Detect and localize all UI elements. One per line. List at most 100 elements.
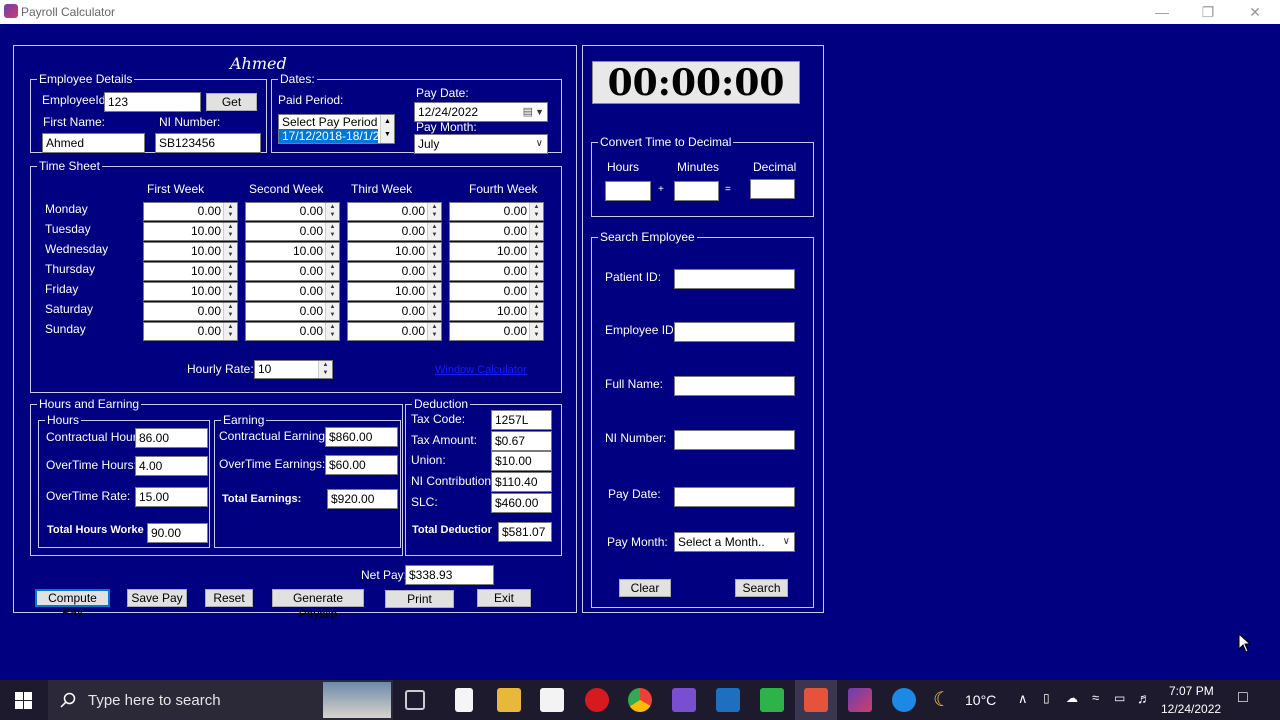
- convert-hours-input[interactable]: [605, 181, 651, 201]
- clock-date[interactable]: 12/24/2022: [1161, 702, 1221, 716]
- contractual-earnings-input[interactable]: $860.00: [325, 427, 398, 447]
- spinner-arrows-icon[interactable]: ▲ ▼: [427, 323, 441, 340]
- window-calculator-link[interactable]: Window Calculator: [435, 364, 527, 376]
- hours-spinner-week1-wednesday[interactable]: 10.00 ▲ ▼: [143, 242, 238, 261]
- notepad-icon[interactable]: [455, 688, 473, 712]
- opera-icon[interactable]: [585, 688, 609, 712]
- hours-spinner-week4-thursday[interactable]: 0.00 ▲ ▼: [449, 262, 544, 281]
- camtasia-recorder-icon[interactable]: [804, 688, 828, 712]
- hours-spinner-week1-saturday[interactable]: 0.00 ▲ ▼: [143, 302, 238, 321]
- hours-spinner-week3-tuesday[interactable]: 0.00 ▲ ▼: [347, 222, 442, 241]
- hours-spinner-week3-friday[interactable]: 10.00 ▲ ▼: [347, 282, 442, 301]
- total-earnings-input[interactable]: $920.00: [327, 489, 398, 509]
- wifi-icon[interactable]: ≈: [1092, 690, 1099, 705]
- spinner-arrows-icon[interactable]: ▲ ▼: [427, 243, 441, 260]
- volume-icon[interactable]: ♬: [1137, 690, 1151, 706]
- overtime-rate-input[interactable]: 15.00: [135, 487, 208, 507]
- employee-id-input[interactable]: 123: [104, 92, 201, 112]
- hours-spinner-week2-wednesday[interactable]: 10.00 ▲ ▼: [245, 242, 340, 261]
- convert-minutes-input[interactable]: [674, 181, 719, 201]
- hourly-rate-spinner[interactable]: 10 ▲ ▼: [254, 360, 333, 379]
- taskbar-search-box[interactable]: Type here to search: [48, 680, 393, 720]
- search-patient-id-input[interactable]: [674, 269, 795, 289]
- paid-period-option[interactable]: Select Pay Period: [279, 115, 394, 129]
- spinner-arrows-icon[interactable]: ▲ ▼: [223, 223, 237, 240]
- hours-spinner-week4-friday[interactable]: 0.00 ▲ ▼: [449, 282, 544, 301]
- search-button[interactable]: Search: [735, 579, 788, 597]
- spinner-arrows-icon[interactable]: ▲ ▼: [325, 263, 339, 280]
- total-hours-input[interactable]: 90.00: [147, 523, 208, 543]
- hours-spinner-week4-sunday[interactable]: 0.00 ▲ ▼: [449, 322, 544, 341]
- visual-studio-icon[interactable]: [672, 688, 696, 712]
- spinner-arrows-icon[interactable]: ▲ ▼: [529, 323, 543, 340]
- notification-icon[interactable]: □: [1238, 689, 1248, 707]
- hours-spinner-week2-friday[interactable]: 0.00 ▲ ▼: [245, 282, 340, 301]
- overtime-hours-input[interactable]: 4.00: [135, 456, 208, 476]
- listbox-scrollbar[interactable]: ▲ ▼: [380, 115, 394, 143]
- spinner-arrows-icon[interactable]: ▲ ▼: [223, 243, 237, 260]
- payroll-app-icon[interactable]: [848, 688, 872, 712]
- reset-button[interactable]: Reset: [205, 589, 253, 607]
- task-view-icon[interactable]: [405, 690, 425, 710]
- print-button[interactable]: Print: [385, 590, 454, 608]
- camtasia-green-icon[interactable]: [760, 688, 784, 712]
- meet-now-icon[interactable]: ▯: [1043, 691, 1050, 705]
- chevron-up-icon[interactable]: ∧: [1018, 691, 1028, 707]
- contractual-hours-input[interactable]: 86.00: [135, 428, 208, 448]
- generate-payslip-button[interactable]: Generate Payslip: [272, 589, 364, 621]
- media-player-icon[interactable]: [716, 688, 740, 712]
- compute-pay-button[interactable]: Compute Pay: [35, 589, 110, 619]
- minimize-icon[interactable]: —: [1142, 2, 1182, 22]
- first-name-input[interactable]: Ahmed: [42, 133, 145, 153]
- spinner-arrows-icon[interactable]: ▲ ▼: [529, 203, 543, 220]
- tax-amount-input[interactable]: $0.67: [491, 431, 552, 451]
- spinner-arrows-icon[interactable]: ▲ ▼: [427, 303, 441, 320]
- calendar-icon[interactable]: ▤: [523, 103, 533, 121]
- hours-spinner-week1-tuesday[interactable]: 10.00 ▲ ▼: [143, 222, 238, 241]
- hours-spinner-week1-friday[interactable]: 10.00 ▲ ▼: [143, 282, 238, 301]
- search-pay-month-select[interactable]: Select a Month.. ∨: [674, 532, 795, 552]
- clear-button[interactable]: Clear: [619, 579, 671, 597]
- spinner-arrows-icon[interactable]: ▲ ▼: [529, 263, 543, 280]
- spinner-arrows-icon[interactable]: ▲ ▼: [223, 263, 237, 280]
- search-employee-id-input[interactable]: [674, 322, 795, 342]
- union-input[interactable]: $10.00: [491, 451, 552, 471]
- save-pay-button[interactable]: Save Pay: [127, 589, 187, 607]
- hours-spinner-week1-sunday[interactable]: 0.00 ▲ ▼: [143, 322, 238, 341]
- hours-spinner-week1-thursday[interactable]: 10.00 ▲ ▼: [143, 262, 238, 281]
- exit-button[interactable]: Exit: [477, 589, 531, 607]
- ni-number-input[interactable]: SB123456: [155, 133, 261, 153]
- spinner-arrows-icon[interactable]: ▲ ▼: [325, 243, 339, 260]
- hours-spinner-week2-tuesday[interactable]: 0.00 ▲ ▼: [245, 222, 340, 241]
- total-deduction-input[interactable]: $581.07: [498, 522, 552, 542]
- hours-spinner-week4-wednesday[interactable]: 10.00 ▲ ▼: [449, 242, 544, 261]
- overtime-earnings-input[interactable]: $60.00: [325, 455, 398, 475]
- store-icon[interactable]: [540, 688, 564, 712]
- spinner-arrows-icon[interactable]: ▲ ▼: [325, 283, 339, 300]
- net-pay-input[interactable]: $338.93: [405, 565, 494, 585]
- search-full-name-input[interactable]: [674, 376, 795, 396]
- spinner-arrows-icon[interactable]: ▲ ▼: [325, 203, 339, 220]
- chrome-icon[interactable]: [628, 688, 652, 712]
- battery-icon[interactable]: ▭: [1114, 691, 1125, 705]
- hours-spinner-week4-saturday[interactable]: 10.00 ▲ ▼: [449, 302, 544, 321]
- hours-spinner-week3-sunday[interactable]: 0.00 ▲ ▼: [347, 322, 442, 341]
- spinner-arrows-icon[interactable]: ▲ ▼: [529, 283, 543, 300]
- weather-moon-icon[interactable]: ☾: [933, 688, 957, 712]
- hours-spinner-week3-monday[interactable]: 0.00 ▲ ▼: [347, 202, 442, 221]
- pay-date-picker[interactable]: 12/24/2022 ▤ ▼: [414, 102, 548, 122]
- help-icon[interactable]: [892, 688, 916, 712]
- spinner-arrows-icon[interactable]: ▲ ▼: [325, 223, 339, 240]
- spinner-arrows-icon[interactable]: ▲ ▼: [529, 243, 543, 260]
- hours-spinner-week1-monday[interactable]: 0.00 ▲ ▼: [143, 202, 238, 221]
- hours-spinner-week4-tuesday[interactable]: 0.00 ▲ ▼: [449, 222, 544, 241]
- maximize-icon[interactable]: ❐: [1188, 2, 1228, 22]
- chevron-down-icon[interactable]: ▼: [535, 103, 544, 121]
- pay-month-select[interactable]: July ∨: [414, 134, 548, 154]
- tax-code-input[interactable]: 1257L: [491, 410, 552, 430]
- spinner-arrows-icon[interactable]: ▲ ▼: [427, 263, 441, 280]
- windows-start-icon[interactable]: [15, 692, 32, 709]
- spinner-arrows-icon[interactable]: ▲ ▼: [427, 223, 441, 240]
- spinner-arrows-icon[interactable]: ▲ ▼: [529, 223, 543, 240]
- hours-spinner-week2-thursday[interactable]: 0.00 ▲ ▼: [245, 262, 340, 281]
